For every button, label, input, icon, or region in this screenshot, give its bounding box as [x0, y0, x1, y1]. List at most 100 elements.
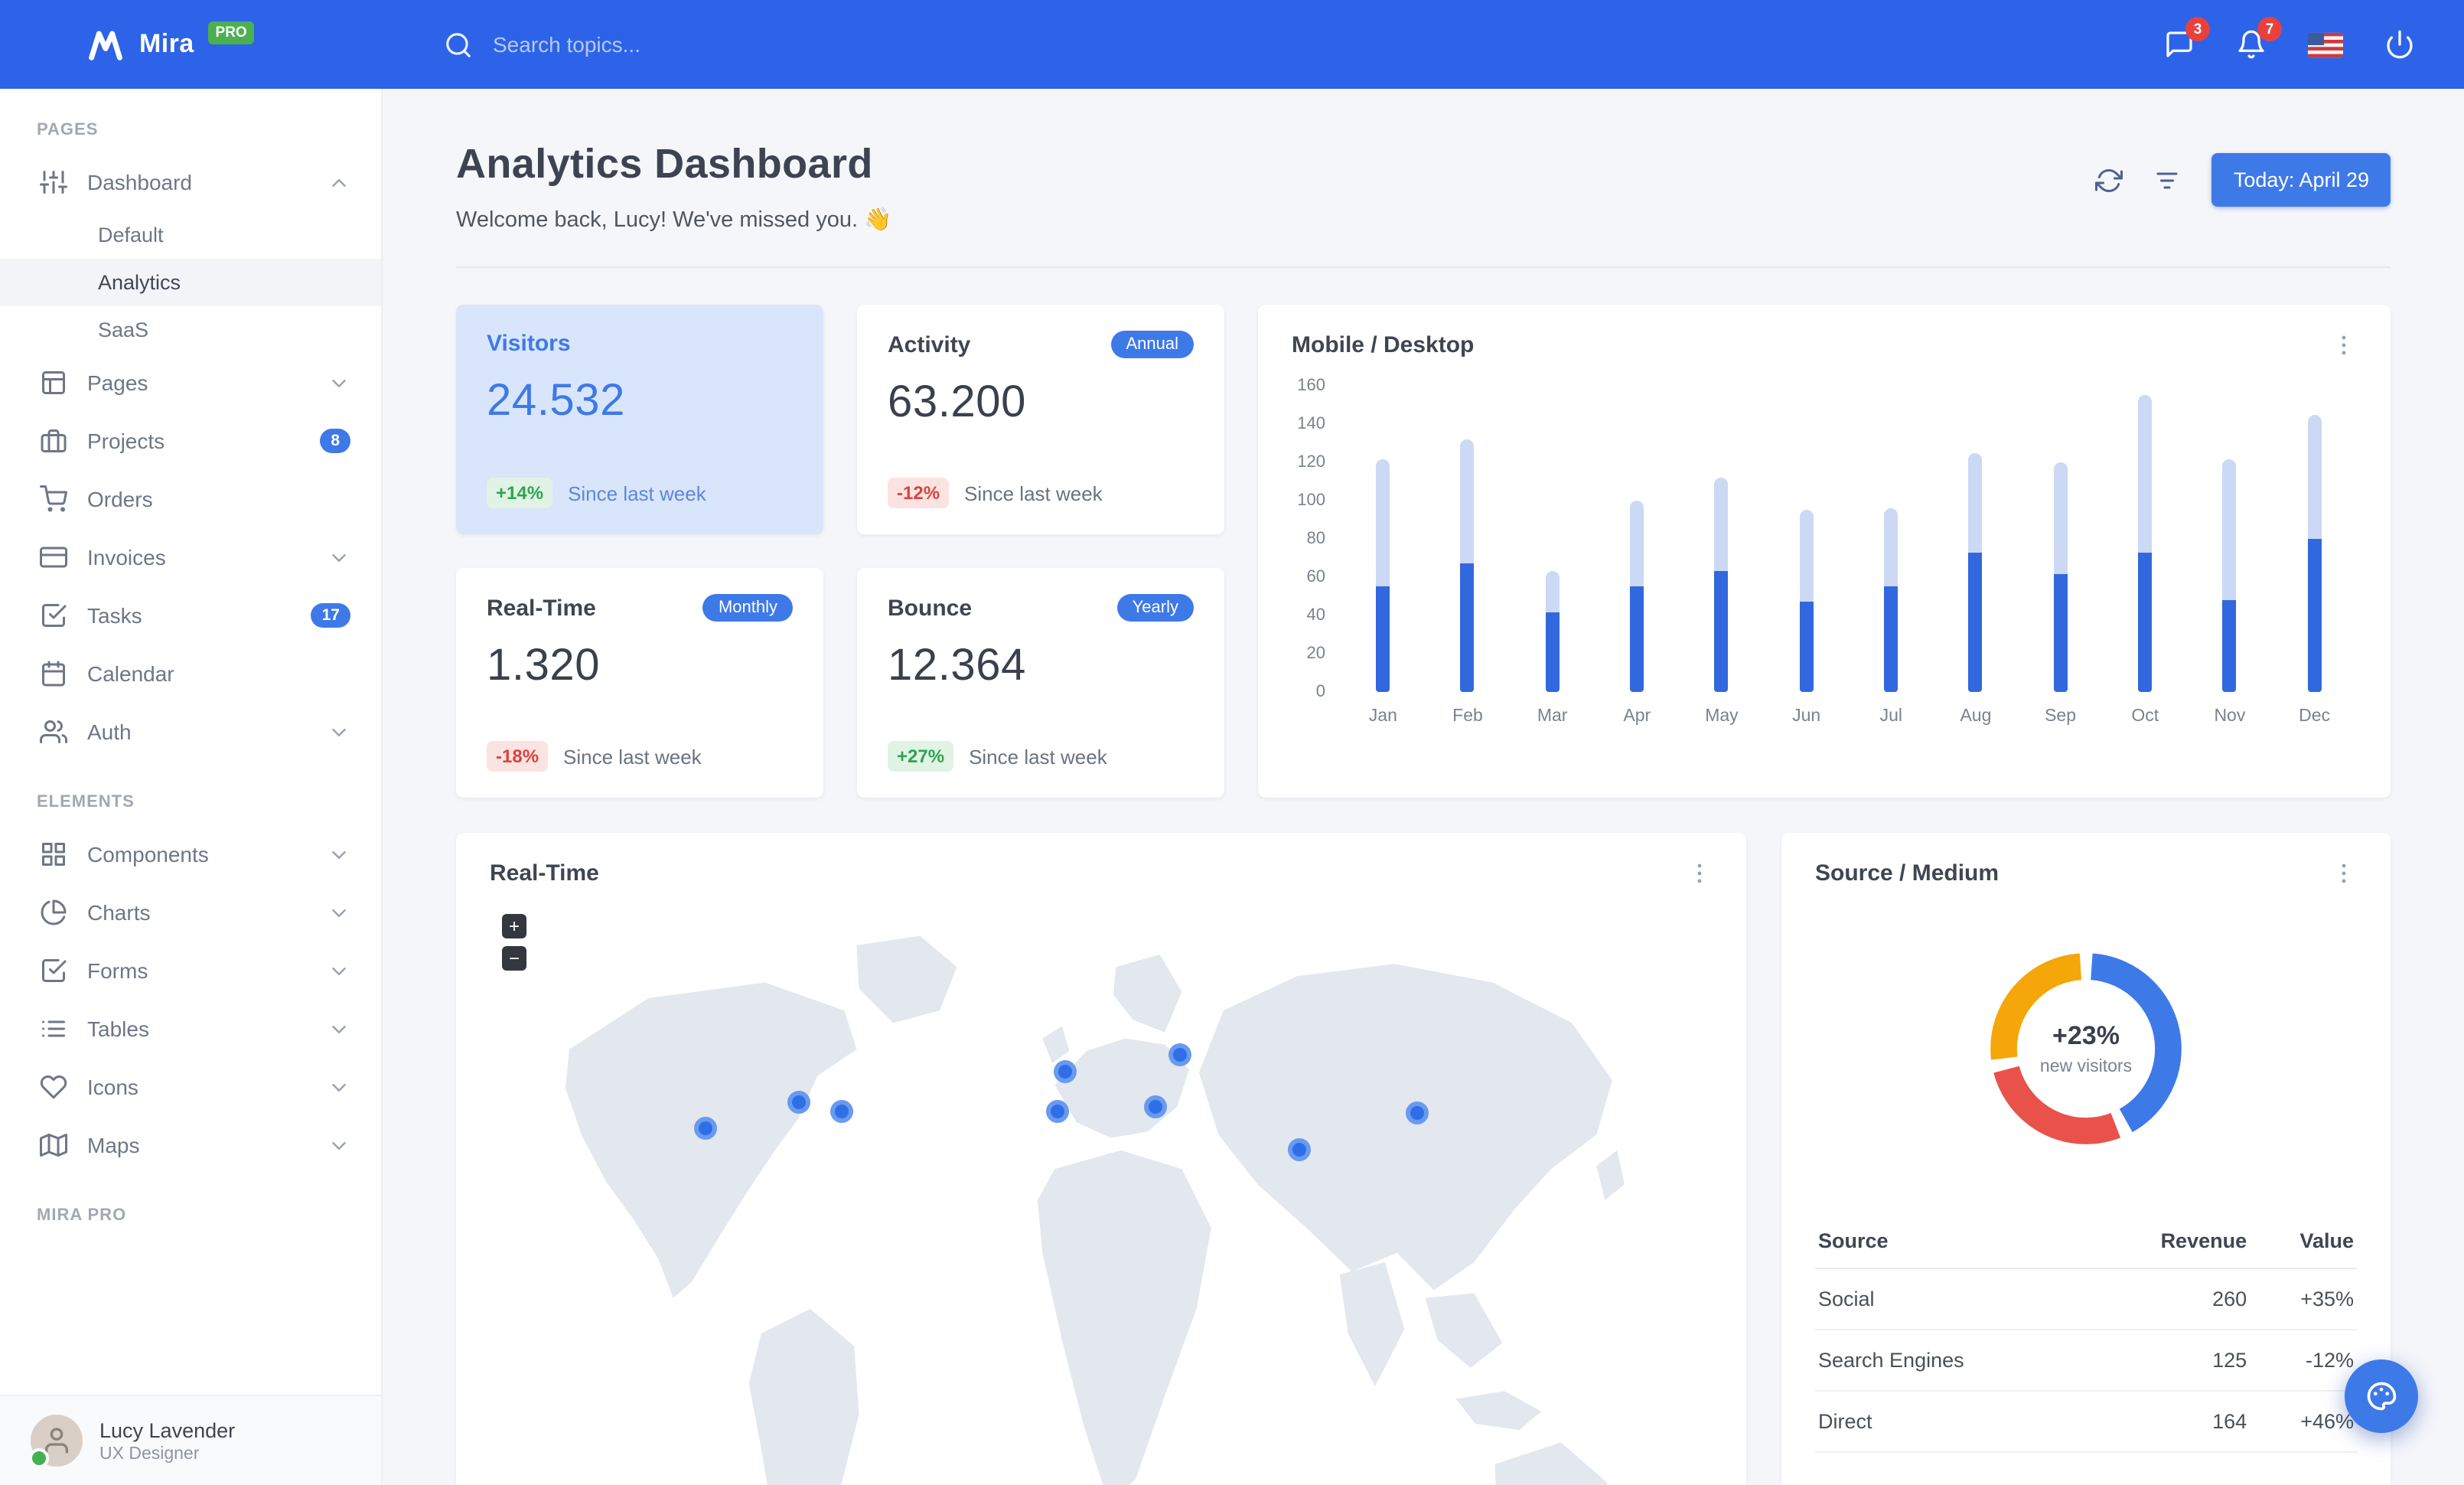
- sidebar-item-label: Icons: [87, 1075, 139, 1099]
- x-tick-label: May: [1705, 707, 1739, 726]
- sidebar-item-calendar[interactable]: Calendar: [0, 645, 381, 703]
- source-row-direct: Direct 164 +46%: [1815, 1391, 2357, 1453]
- map-marker-6[interactable]: [1143, 1095, 1167, 1118]
- sidebar-item-charts[interactable]: Charts: [0, 883, 381, 942]
- sidebar-item-tasks[interactable]: Tasks 17: [0, 586, 381, 645]
- stat-card-visitors: Visitors 24.532 +14% Since last week: [456, 305, 823, 534]
- palette-icon: [2365, 1379, 2398, 1413]
- brand[interactable]: Mira PRO: [0, 21, 383, 64]
- sidebar-item-label: Forms: [87, 958, 148, 983]
- sidebar-item-pages[interactable]: Pages: [0, 354, 381, 412]
- sidebar-item-components[interactable]: Components: [0, 825, 381, 883]
- sidebar-section-header-pages: PAGES: [37, 121, 99, 139]
- theme-settings-fab[interactable]: [2345, 1359, 2418, 1433]
- bar-chart-x-axis: Jan Feb Mar Apr May Jun Jul Aug Sep Oct Nov Dec: [1341, 707, 2357, 726]
- sidebar-item-orders[interactable]: Orders: [0, 470, 381, 528]
- language-selector[interactable]: [2308, 31, 2343, 57]
- bar-nov: [2188, 386, 2273, 692]
- sidebar-item-projects[interactable]: Projects 8: [0, 412, 381, 470]
- page-header: Analytics Dashboard Welcome back, Lucy! …: [456, 141, 2391, 233]
- us-flag-icon: [2308, 31, 2343, 57]
- y-tick-label: 120: [1297, 453, 1325, 472]
- bar-jul: [1849, 386, 1934, 692]
- search-input[interactable]: [490, 31, 848, 58]
- sidebar-section-header-mira-pro: MIRA PRO: [37, 1206, 127, 1225]
- mobile-desktop-chart-card: Mobile / Desktop 0 20 40 60 80 100 120 140 160 J…: [1258, 305, 2391, 798]
- map-marker-7[interactable]: [1168, 1043, 1192, 1067]
- y-tick-label: 0: [1315, 683, 1325, 701]
- date-range-button[interactable]: Today: April 29: [2211, 153, 2391, 207]
- y-tick-label: 140: [1297, 415, 1325, 433]
- sidebar-subitem-analytics[interactable]: Analytics: [0, 259, 381, 306]
- stat-card-activity: Activity Annual 63.200 -12% Since last week: [857, 305, 1224, 534]
- x-tick-label: Feb: [1452, 707, 1483, 726]
- bar-aug: [1934, 386, 2019, 692]
- messages-button[interactable]: 3: [2164, 17, 2210, 60]
- world-map-image: [565, 935, 1625, 1485]
- stat-note: Since last week: [969, 745, 1107, 768]
- y-tick-label: 60: [1306, 568, 1326, 586]
- map-marker-8[interactable]: [1287, 1138, 1311, 1162]
- mobile-desktop-bar-chart: 0 20 40 60 80 100 120 140 160 Jan Feb Mar Apr May Jun…: [1292, 377, 2357, 770]
- cart-icon: [40, 485, 67, 513]
- sidebar-item-label: Auth: [87, 720, 132, 744]
- sidebar-item-tables[interactable]: Tables: [0, 1000, 381, 1058]
- sidebar-subitem-default[interactable]: Default: [0, 211, 381, 259]
- header-actions: Today: April 29: [2095, 153, 2391, 207]
- map-marker-5[interactable]: [1053, 1060, 1077, 1084]
- delta-badge: +27%: [888, 741, 954, 772]
- user-role: UX Designer: [99, 1444, 200, 1463]
- mira-logo-icon: [86, 24, 125, 64]
- bar-segment-mobile: [1884, 586, 1899, 692]
- sidebar-item-auth[interactable]: Auth: [0, 703, 381, 761]
- filter-button[interactable]: [2154, 166, 2182, 194]
- sidebar-item-forms[interactable]: Forms: [0, 942, 381, 1000]
- map-marker-3[interactable]: [830, 1100, 854, 1124]
- source-table: Source Revenue Value Social 260 +35% Search E…: [1815, 1214, 2357, 1453]
- chevron-down-icon: [328, 720, 350, 743]
- sidebar-subitem-saas[interactable]: SaaS: [0, 306, 381, 354]
- source-menu-button[interactable]: [2331, 860, 2357, 886]
- page-title: Analytics Dashboard: [456, 141, 873, 187]
- delta-badge: -18%: [487, 741, 549, 772]
- bar-segment-desktop: [1545, 571, 1560, 612]
- messages-badge: 3: [2185, 17, 2210, 41]
- bar-segment-desktop: [1630, 501, 1644, 587]
- power-icon: [2384, 29, 2415, 60]
- search-icon: [444, 30, 473, 59]
- zoom-in-button[interactable]: +: [502, 914, 526, 938]
- bar-jun: [1764, 386, 1849, 692]
- map-card-title: Real-Time: [490, 860, 599, 886]
- logout-button[interactable]: [2384, 29, 2415, 60]
- revenue-cell: 260: [2085, 1268, 2251, 1330]
- map-marker-4[interactable]: [1045, 1100, 1069, 1124]
- map-marker-2[interactable]: [787, 1091, 811, 1115]
- delta-badge: -12%: [888, 478, 950, 508]
- bar-segment-mobile: [1545, 612, 1560, 692]
- heart-icon: [40, 1073, 67, 1101]
- bar-segment-mobile: [2053, 573, 2068, 692]
- sidebar-item-dashboard[interactable]: Dashboard: [0, 153, 381, 211]
- map-marker-9[interactable]: [1405, 1102, 1429, 1125]
- bottom-row: Real-Time + − Source / Medium +23% new v…: [456, 833, 2391, 1485]
- y-tick-label: 100: [1297, 491, 1325, 510]
- bar-segment-desktop: [1968, 452, 1983, 553]
- user-profile[interactable]: Lucy Lavender UX Designer: [0, 1395, 381, 1485]
- sidebar-item-maps[interactable]: Maps: [0, 1116, 381, 1174]
- sidebar-item-icons[interactable]: Icons: [0, 1058, 381, 1116]
- chevron-down-icon: [328, 901, 350, 924]
- bar-chart-plot: [1341, 386, 2357, 692]
- sidebar-item-invoices[interactable]: Invoices: [0, 528, 381, 586]
- stat-value: 63.200: [888, 378, 1026, 427]
- refresh-button[interactable]: [2095, 166, 2123, 194]
- map-marker-1[interactable]: [694, 1116, 718, 1140]
- sidebar-section-header-elements: ELEMENTS: [37, 793, 135, 811]
- map-menu-button[interactable]: [1687, 860, 1713, 886]
- pro-badge: PRO: [207, 21, 255, 44]
- stat-value: 24.532: [487, 377, 625, 426]
- x-tick-label: Nov: [2214, 707, 2246, 726]
- credit-card-icon: [40, 543, 67, 571]
- chart-menu-button[interactable]: [2331, 332, 2357, 358]
- zoom-out-button[interactable]: −: [502, 946, 526, 971]
- notifications-button[interactable]: 7: [2236, 17, 2282, 60]
